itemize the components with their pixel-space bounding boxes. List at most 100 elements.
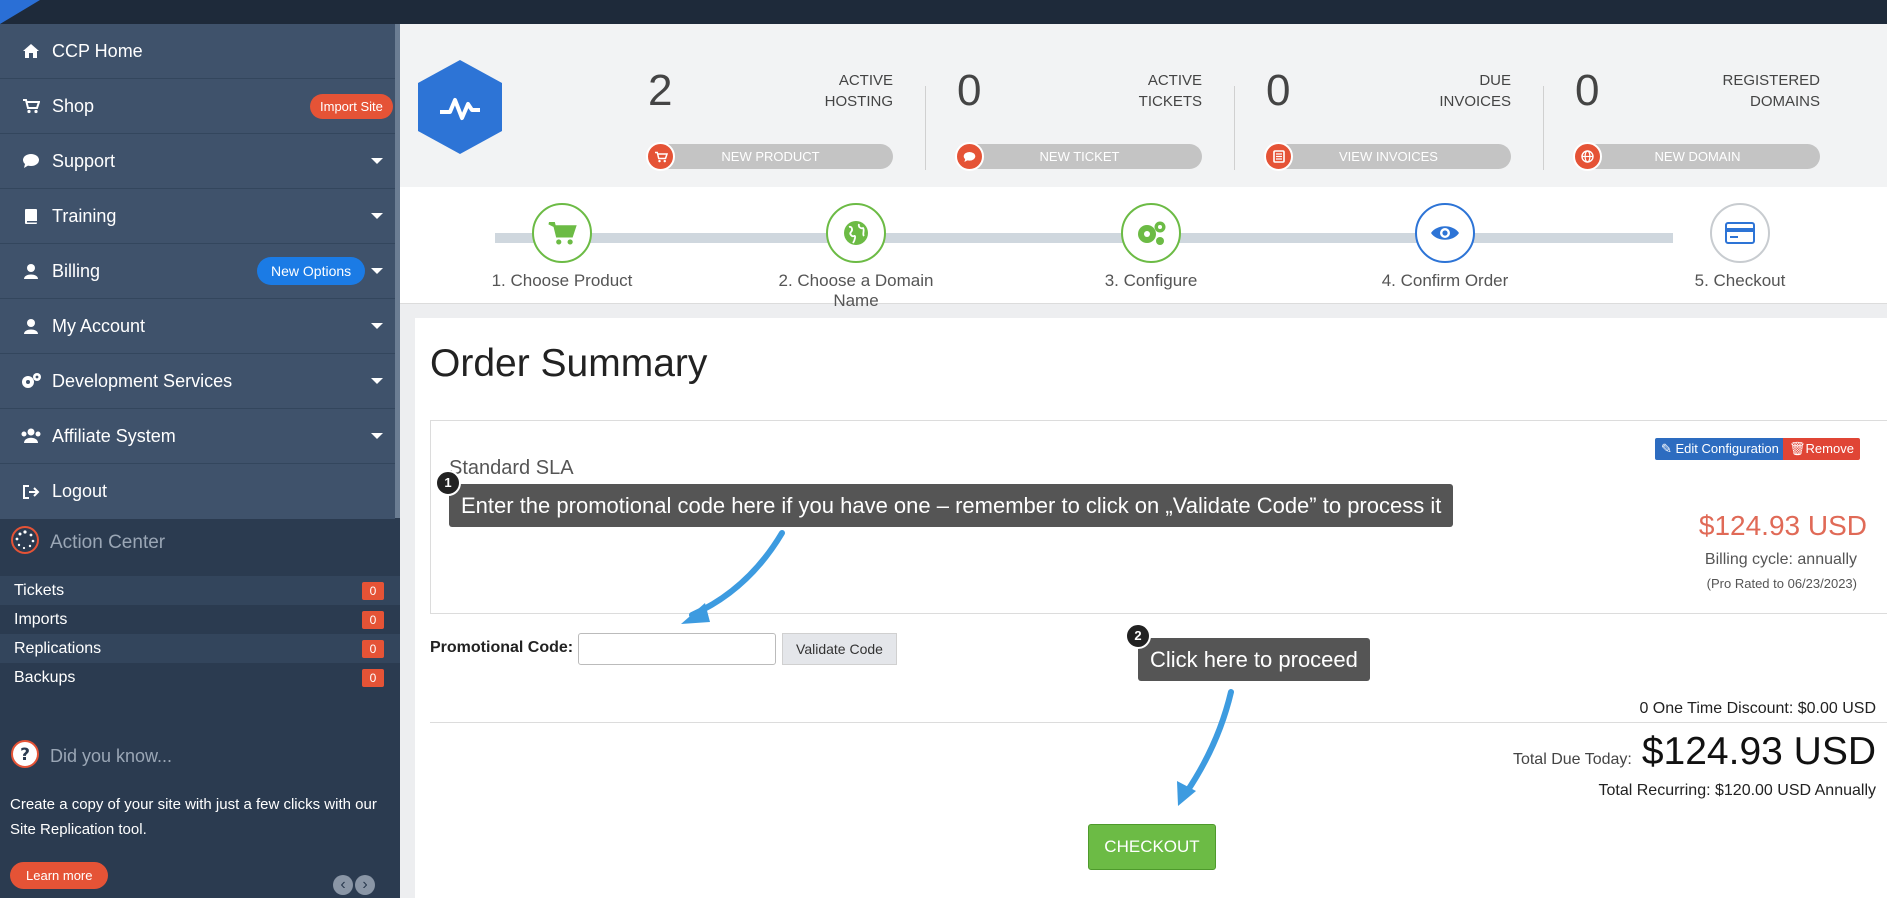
sidebar-item-training[interactable]: Training [0, 189, 395, 244]
sidebar-item-label: Logout [52, 481, 108, 501]
step-checkout[interactable]: 5. Checkout [1640, 203, 1840, 291]
callout-number-2: 2 [1125, 623, 1151, 649]
gears-icon [20, 370, 42, 392]
action-center-row-imports[interactable]: Imports 0 [0, 605, 400, 634]
cart-icon [532, 203, 592, 263]
action-center-row-replications[interactable]: Replications 0 [0, 634, 400, 663]
pill-label: NEW DOMAIN [1654, 149, 1741, 164]
total-recurring: Total Recurring: $120.00 USD Annually [1598, 782, 1877, 799]
chevron-left-icon[interactable]: ‹ [333, 875, 353, 895]
sidebar-nav: CCP Home Shop Import Site Support Traini… [0, 24, 395, 519]
user-icon [20, 315, 42, 337]
edit-label: Edit Configuration [1675, 441, 1779, 456]
divider [430, 722, 1887, 723]
did-you-know-title: ? Did you know... [0, 732, 400, 780]
sidebar-item-development-services[interactable]: Development Services [0, 354, 395, 409]
brand-logo[interactable] [418, 60, 502, 159]
edit-icon: ✎ [1661, 441, 1676, 456]
callout-number-1: 1 [435, 470, 461, 496]
one-time-discount: 0 One Time Discount: $0.00 USD [1639, 700, 1876, 717]
chevron-down-icon [371, 378, 383, 384]
total-due-row: Total Due Today: $124.93 USD [1513, 730, 1876, 774]
trash-icon: 🗑 [1789, 441, 1806, 456]
stat-value: 0 [1575, 66, 1600, 115]
sidebar-item-affiliate-system[interactable]: Affiliate System [0, 409, 395, 464]
stat-label: ACTIVE TICKETS [1139, 70, 1202, 112]
checkout-button[interactable]: CHECKOUT [1088, 824, 1216, 870]
divider [925, 86, 926, 170]
sidebar-item-label: Training [52, 205, 117, 226]
chevron-right-icon[interactable]: › [355, 875, 375, 895]
action-center-list: Tickets 0 Imports 0 Replications 0 Backups 0 [0, 576, 400, 692]
divider [1234, 86, 1235, 170]
gears-icon [1121, 203, 1181, 263]
chevron-down-icon [371, 268, 383, 274]
count-badge: 0 [362, 611, 384, 629]
stat-active-hosting: 2 ACTIVE HOSTING NEW PRODUCT [646, 64, 893, 174]
stats-header: 2 ACTIVE HOSTING NEW PRODUCT 0 ACTIVE TICK… [400, 24, 1887, 187]
total-due-value: $124.93 USD [1641, 730, 1876, 773]
step-configure[interactable]: 3. Configure [1051, 203, 1251, 291]
pill-label: NEW TICKET [1039, 149, 1120, 164]
logout-icon [20, 481, 42, 503]
svg-text:?: ? [20, 745, 30, 765]
stat-label-line2: INVOICES [1439, 93, 1511, 110]
step-confirm-order[interactable]: 4. Confirm Order [1345, 203, 1545, 291]
sidebar-item-shop[interactable]: Shop Import Site [0, 79, 395, 134]
count-badge: 0 [362, 582, 384, 600]
sidebar-item-label: Billing [52, 260, 101, 281]
step-choose-product[interactable]: 1. Choose Product [462, 203, 662, 291]
step-label: 2. Choose a Domain Name [778, 271, 934, 310]
question-icon: ? [10, 739, 40, 774]
eye-icon [1415, 203, 1475, 263]
sidebar-item-label: Support [52, 150, 116, 171]
sidebar-item-ccp-home[interactable]: CCP Home [0, 24, 395, 79]
view-invoices-button[interactable]: VIEW INVOICES [1264, 142, 1511, 171]
stat-active-tickets: 0 ACTIVE TICKETS NEW TICKET [955, 64, 1202, 174]
step-label: 1. Choose Product [491, 271, 633, 290]
prorated-note: (Pro Rated to 06/23/2023) [1706, 576, 1857, 591]
chevron-down-icon [371, 213, 383, 219]
remove-button[interactable]: 🗑Remove [1783, 438, 1860, 460]
sidebar-item-my-account[interactable]: My Account [0, 299, 395, 354]
sidebar-item-label: CCP Home [52, 40, 143, 61]
step-label: 4. Confirm Order [1381, 271, 1509, 290]
did-you-know-label: Did you know... [50, 745, 173, 766]
globe-icon [826, 203, 886, 263]
stat-label-line1: REGISTERED [1722, 72, 1820, 89]
import-site-badge[interactable]: Import Site [310, 94, 393, 119]
stat-due-invoices: 0 DUE INVOICES VIEW INVOICES [1264, 64, 1511, 174]
stat-label: DUE INVOICES [1439, 70, 1511, 112]
order-summary-panel: Order Summary Standard SLA ✎ Edit Config… [415, 318, 1887, 898]
edit-configuration-button[interactable]: ✎ Edit Configuration [1655, 438, 1785, 460]
action-center-row-backups[interactable]: Backups 0 [0, 663, 400, 692]
row-label: Replications [14, 639, 102, 657]
stat-value: 0 [1266, 66, 1291, 115]
stat-label-line1: DUE [1479, 72, 1511, 89]
spinner-icon [10, 525, 40, 561]
sidebar-item-label: Shop [52, 95, 95, 116]
action-center-row-tickets[interactable]: Tickets 0 [0, 576, 400, 605]
step-choose-domain[interactable]: 2. Choose a Domain Name [756, 203, 956, 311]
total-due-label: Total Due Today: [1512, 751, 1632, 768]
action-center-label: Action Center [50, 532, 166, 553]
home-icon [20, 40, 42, 62]
action-center-title: Action Center [0, 518, 400, 568]
chevron-down-icon [371, 323, 383, 329]
validate-code-button[interactable]: Validate Code [782, 633, 897, 665]
sidebar-item-logout[interactable]: Logout [0, 464, 395, 519]
chevron-down-icon [371, 158, 383, 164]
new-domain-button[interactable]: NEW DOMAIN [1573, 142, 1820, 171]
callout-promo-tip: Enter the promotional code here if you h… [449, 484, 1454, 527]
step-label: 3. Configure [1104, 271, 1198, 290]
row-label: Imports [14, 610, 68, 628]
new-options-badge[interactable]: New Options [257, 257, 366, 285]
product-price: $124.93 USD [1698, 510, 1867, 541]
sidebar-item-support[interactable]: Support [0, 134, 395, 189]
promo-code-input[interactable] [578, 633, 776, 665]
new-product-button[interactable]: NEW PRODUCT [646, 142, 893, 171]
pill-label: VIEW INVOICES [1339, 149, 1438, 164]
learn-more-button[interactable]: Learn more [10, 862, 109, 889]
new-ticket-button[interactable]: NEW TICKET [955, 142, 1202, 171]
sidebar-item-billing[interactable]: Billing New Options [0, 244, 395, 299]
